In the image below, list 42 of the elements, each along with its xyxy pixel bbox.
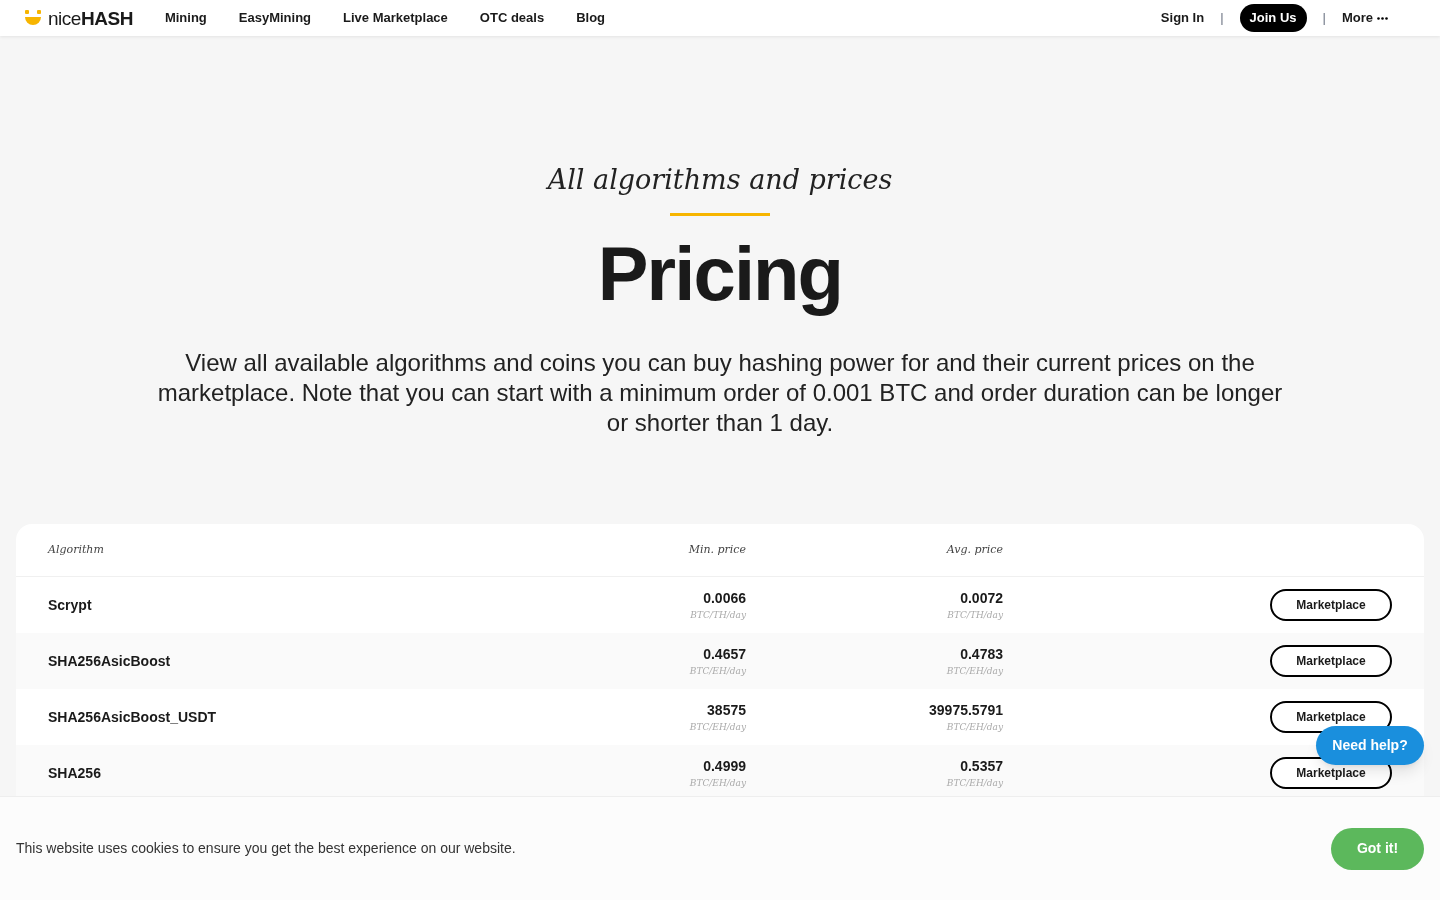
separator: | [1322,9,1326,28]
dots-icon [1377,16,1388,20]
avg-price: 0.0072 [960,588,1003,608]
price-unit: BTC/TH/day [947,608,1003,622]
nav-link[interactable]: Mining [164,8,207,28]
column-header: Min. price [687,541,746,558]
avg-price: 39975.5791 [929,700,1003,720]
column-header: Avg. price [945,541,1003,558]
nav-link[interactable]: Blog [576,8,605,28]
price-unit: BTC/EH/day [689,720,746,734]
algorithm-name: SHA256AsicBoost [48,651,172,671]
more-menu-button[interactable]: More [1341,8,1388,28]
marketplace-button[interactable]: Marketplace [1270,589,1392,621]
min-price: 0.4657 [703,644,746,664]
separator: | [1220,9,1224,28]
price-unit: BTC/EH/day [946,720,1003,734]
algorithm-name: SHA256AsicBoost_USDT [48,707,218,727]
price-unit: BTC/EH/day [946,664,1003,678]
min-price: 0.0066 [703,588,746,608]
price-unit: BTC/EH/day [689,664,746,678]
nav-link[interactable]: Live Marketplace [343,8,448,28]
hero-subtitle: All algorithms and prices [547,163,893,197]
join-us-button[interactable]: Join Us [1239,4,1307,32]
marketplace-button[interactable]: Marketplace [1270,701,1392,733]
price-unit: BTC/EH/day [946,776,1003,790]
cookie-message: This website uses cookies to ensure you get the best experience on our website. [16,839,516,858]
price-unit: BTC/TH/day [690,608,746,622]
algorithm-name: SHA256 [48,763,102,783]
price-unit: BTC/EH/day [689,776,746,790]
min-price: 0.4999 [703,756,746,776]
nav-link[interactable]: OTC deals [479,8,545,28]
algorithm-name: Scrypt [48,595,93,615]
marketplace-button[interactable]: Marketplace [1270,645,1392,677]
column-header: Algorithm [48,541,105,558]
hero-description: View all available algorithms and coins you can buy hashing power for and their current prices on the marketplace. Note that you can start with a minimum order of 0.001 BTC and order duration can be longer or shorter than 1 day. [156,347,1284,438]
avg-price: 0.4783 [960,644,1003,664]
nav-link[interactable]: EasyMining [238,8,312,28]
sign-in-link[interactable]: Sign In [1160,8,1205,28]
min-price: 38575 [707,700,746,720]
avg-price: 0.5357 [960,756,1003,776]
nicehash-logo[interactable]: niceHASH [24,8,133,28]
smiley-logo-icon [24,9,42,27]
